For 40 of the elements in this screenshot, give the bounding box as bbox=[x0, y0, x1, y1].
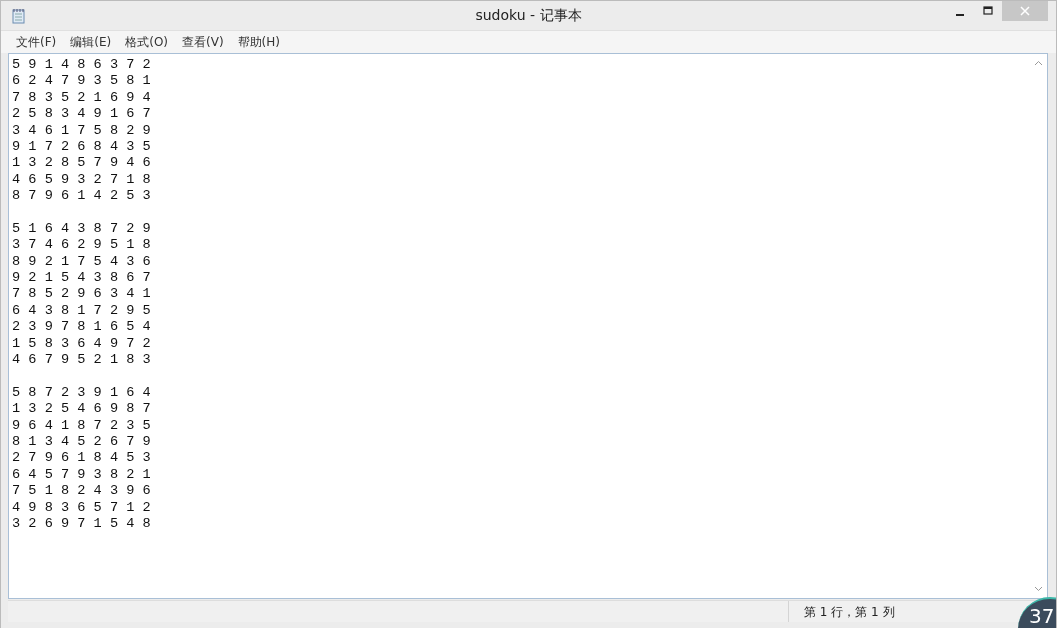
text-line: 4 6 5 9 3 2 7 1 8 bbox=[12, 171, 151, 189]
text-line: 4 9 8 3 6 5 7 1 2 bbox=[12, 499, 151, 516]
text-line: 3 2 6 9 7 1 5 4 8 bbox=[12, 515, 151, 533]
text-line: 6 4 5 7 9 3 8 2 1 bbox=[12, 466, 151, 484]
maximize-icon bbox=[983, 6, 993, 16]
close-icon bbox=[1020, 6, 1030, 16]
scroll-up-icon[interactable] bbox=[1034, 60, 1043, 66]
text-line: 7 8 5 2 9 6 3 4 1 bbox=[12, 286, 151, 303]
text-line: 4 6 7 9 5 2 1 8 3 bbox=[12, 352, 151, 369]
text-line: 5 8 7 2 3 9 1 6 4 bbox=[12, 384, 151, 402]
text-line: 7 8 3 5 2 1 6 9 4 bbox=[12, 89, 151, 107]
text-line: 1 5 8 3 6 4 9 7 2 bbox=[12, 335, 151, 353]
menu-item[interactable]: 查看(V) bbox=[175, 33, 231, 51]
menu-item[interactable]: 帮助(H) bbox=[230, 33, 287, 51]
minimize-icon bbox=[956, 14, 964, 16]
text-line: 1 3 2 5 4 6 9 8 7 bbox=[12, 401, 151, 418]
text-line: 9 6 4 1 8 7 2 3 5 bbox=[12, 417, 151, 434]
window-title: sudoku - 记事本 bbox=[474, 7, 583, 25]
text-line: 6 4 3 8 1 7 2 9 5 bbox=[12, 302, 151, 320]
text-line: 5 9 1 4 8 6 3 7 2 bbox=[12, 57, 151, 74]
text-line: 7 5 1 8 2 4 3 9 6 bbox=[12, 483, 151, 500]
text-line: 2 5 8 3 4 9 1 6 7 bbox=[12, 106, 151, 123]
text-line: 6 2 4 7 9 3 5 8 1 bbox=[12, 73, 151, 90]
text-line: 2 3 9 7 8 1 6 5 4 bbox=[12, 319, 151, 336]
text-line: 2 7 9 6 1 8 4 5 3 bbox=[12, 450, 151, 467]
text-line: 8 7 9 6 1 4 2 5 3 bbox=[12, 188, 151, 205]
menu-item[interactable]: 格式(O) bbox=[118, 33, 176, 51]
menu-item[interactable]: 文件(F) bbox=[9, 33, 64, 51]
menu-item[interactable]: 编辑(E) bbox=[63, 33, 119, 51]
text-line: 5 1 6 4 3 8 7 2 9 bbox=[12, 220, 151, 238]
text-line: 3 4 6 1 7 5 8 2 9 bbox=[12, 122, 151, 139]
text-line: 3 7 4 6 2 9 5 1 8 bbox=[12, 237, 151, 254]
text-line: 8 1 3 4 5 2 6 7 9 bbox=[12, 434, 151, 451]
text-line: 1 3 2 8 5 7 9 4 6 bbox=[12, 155, 151, 172]
text-line: 8 9 2 1 7 5 4 3 6 bbox=[12, 253, 151, 271]
notepad-icon bbox=[11, 7, 27, 24]
cursor-position: 第 1 行，第 1 列 bbox=[803, 604, 895, 621]
text-line: 9 2 1 5 4 3 8 6 7 bbox=[12, 270, 151, 287]
scroll-down-icon[interactable] bbox=[1034, 586, 1043, 592]
text-line: 9 1 7 2 6 8 4 3 5 bbox=[12, 138, 151, 156]
